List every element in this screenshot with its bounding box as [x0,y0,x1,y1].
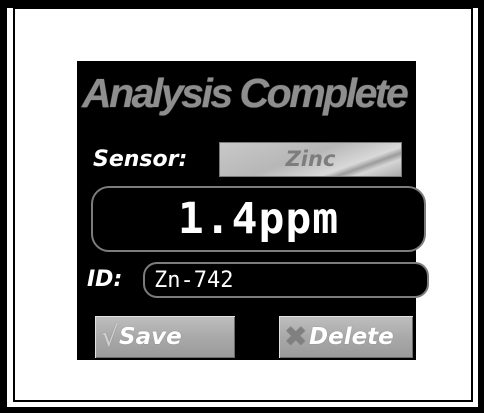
save-button[interactable]: √ Save [95,316,235,358]
reading-display: 1.4ppm [91,186,426,252]
sensor-chip: Zinc [219,142,402,177]
id-label: ID: [87,267,123,292]
reading-value: 1.4ppm [177,194,340,244]
sensor-label: Sensor: [93,147,188,172]
x-icon: ✖ [284,320,308,353]
page-title: Analysis Complete [82,70,409,116]
checkmark-icon: √ [101,320,119,353]
id-input[interactable] [143,262,429,298]
sensor-value: Zinc [285,147,336,171]
delete-button[interactable]: ✖ Delete [279,316,413,358]
save-button-label: Save [119,324,182,350]
delete-button-label: Delete [309,324,394,350]
